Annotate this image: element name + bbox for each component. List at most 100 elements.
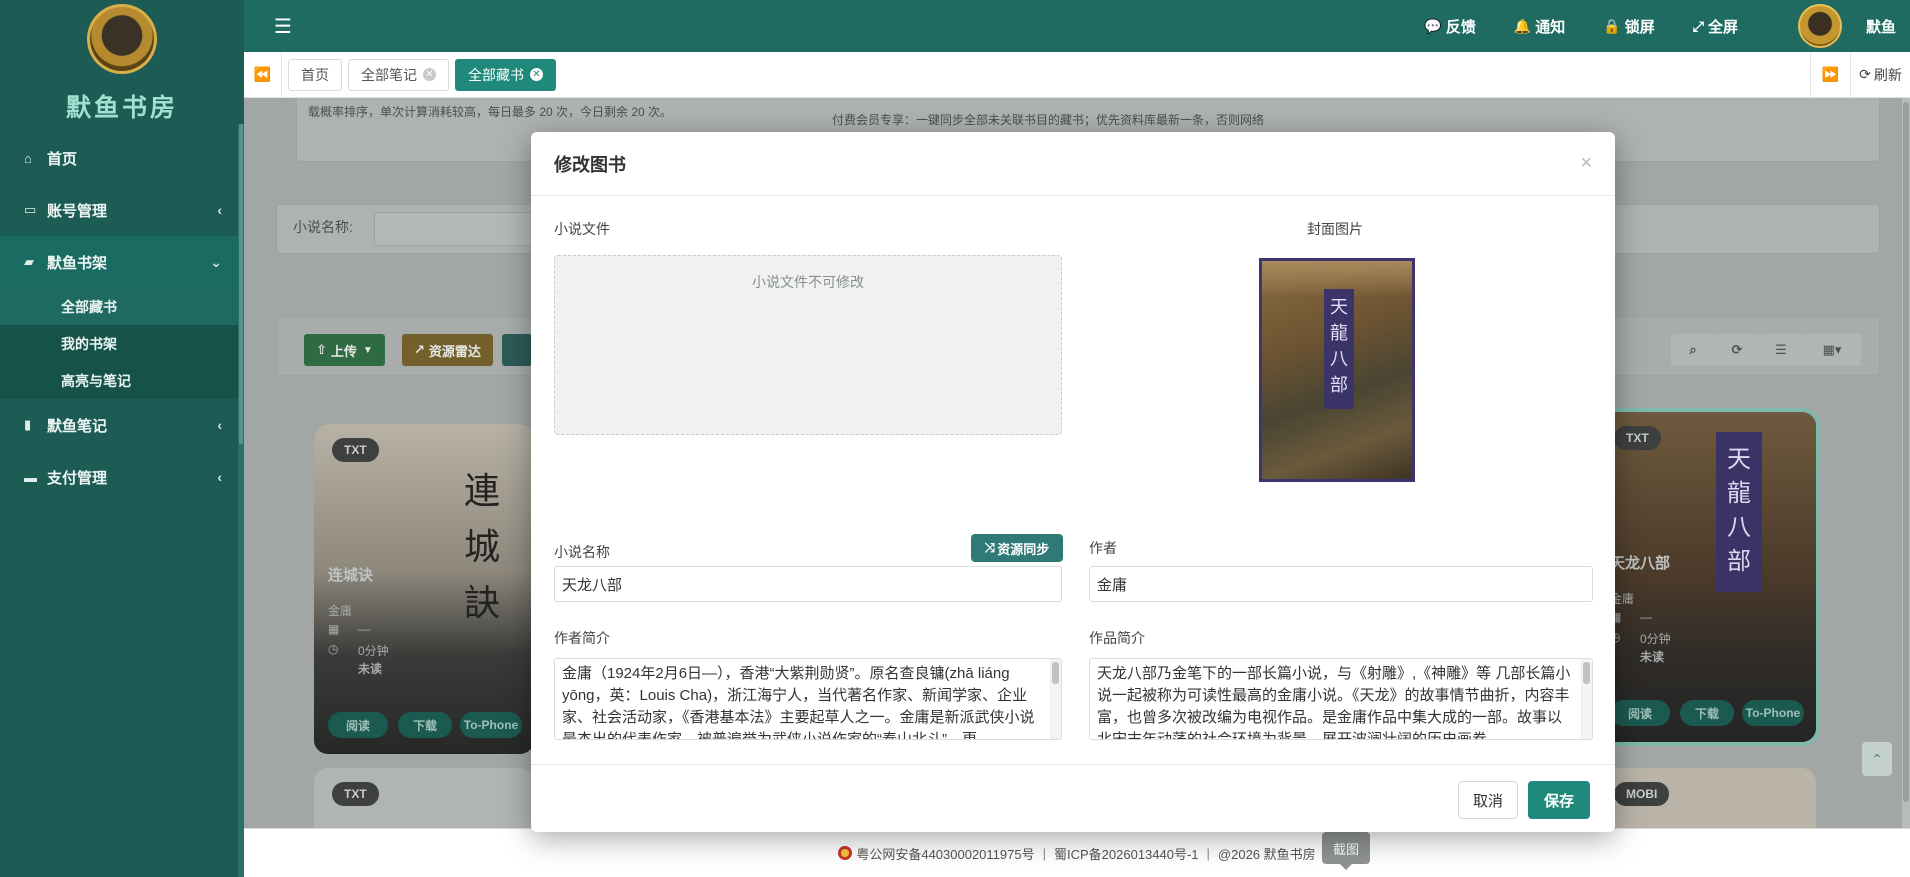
cover-calligraphy: 連城訣 [464, 471, 501, 624]
feedback-button[interactable]: 💬 反馈 [1424, 16, 1475, 37]
resource-sync-button[interactable]: ⤨ 资源同步 [971, 534, 1063, 562]
file-placeholder: 小说文件不可修改 [752, 274, 864, 290]
cancel-button[interactable]: 取消 [1458, 781, 1518, 819]
sidebar-item-home[interactable]: ⌂ 首页 [0, 132, 244, 184]
avatar[interactable] [1797, 4, 1842, 48]
tab-home[interactable]: 首页 [288, 58, 342, 91]
logo: 默鱼书房 [0, 0, 244, 124]
footer-icp[interactable]: 蜀ICP备2026013440号-1 [1054, 844, 1199, 863]
logo-emblem [87, 4, 157, 74]
name-field[interactable]: 天龙八部 [554, 566, 1062, 602]
comment-icon: 💬 [1424, 17, 1442, 34]
sidebar-item-bookshelf[interactable]: ▰ 默鱼书架 ⌄ [0, 236, 244, 288]
sidebar-item-label: 首页 [47, 150, 78, 168]
close-icon[interactable]: × [1580, 152, 1592, 175]
name-label: 小说名称 [554, 544, 610, 560]
tab-all-books[interactable]: 全部藏书 ✕ [455, 58, 556, 91]
sidebar-item-label: 默鱼书架 [47, 254, 108, 272]
search-icon[interactable]: ⌕ [1671, 334, 1715, 366]
lock-icon: 🔒 [1603, 17, 1621, 34]
folder-open-icon: ▰ [24, 254, 34, 269]
upload-icon: ⇧ [316, 342, 327, 357]
to-phone-button[interactable]: To-Phone [1742, 700, 1804, 726]
author-field[interactable]: 金庸 [1089, 566, 1593, 602]
lock-label: 锁屏 [1624, 18, 1655, 36]
expand-icon: ⤢ [1692, 17, 1704, 34]
modal-footer: 取消 保存 [531, 764, 1615, 832]
external-link-icon: ↗ [414, 342, 425, 357]
book-card[interactable]: MOBI [1596, 768, 1816, 828]
textarea-scroll-thumb[interactable] [1583, 662, 1590, 684]
sidebar-item-payments[interactable]: ▬ 支付管理 ‹ [0, 451, 244, 503]
tab-label: 全部藏书 [468, 66, 524, 83]
cover-image[interactable]: 天龍八部 [1259, 258, 1415, 482]
cloud-download-icon[interactable] [502, 334, 532, 366]
book-card[interactable]: 天龍八部 TXT 天龙八部 金庸 ▦ — ◷ 0分钟 未读 阅读 下载 To-P… [1596, 412, 1816, 742]
book-duration: 0分钟 [1640, 632, 1671, 646]
sidebar-subitem-all-books[interactable]: 全部藏书 [0, 288, 244, 325]
clock-icon: ◷ [328, 642, 339, 656]
fullscreen-button[interactable]: ⤢ 全屏 [1693, 16, 1738, 37]
format-badge: TXT [1614, 426, 1661, 450]
upload-label: 上传 [330, 343, 357, 359]
refresh-icon: ⟳ [1859, 66, 1871, 82]
file-dropzone[interactable]: 小说文件不可修改 [554, 255, 1062, 435]
lock-button[interactable]: 🔒 锁屏 [1603, 16, 1654, 37]
notice-left-text: 载概率排序，单次计算消耗较高，每日最多 20 次，今日剩余 20 次。 [308, 105, 673, 119]
read-button[interactable]: 阅读 [328, 712, 388, 738]
author-intro-text: 金庸（1924年2月6日—），香港“大紫荆勋贤”。原名查良镛(zhā liáng… [562, 665, 1035, 740]
search-input[interactable] [374, 212, 534, 246]
to-phone-button[interactable]: To-Phone [460, 712, 522, 738]
tabs-scroll-left-icon[interactable]: ⏪ [244, 51, 282, 98]
modal-title: 修改图书 [554, 154, 626, 175]
tabs-scroll-right-icon[interactable]: ⏩ [1810, 51, 1850, 98]
upload-button[interactable]: ⇧ 上传 ▼ [304, 334, 385, 366]
tabs-bar: ⏪ 首页 全部笔记 ✕ 全部藏书 ✕ ⏩ ⟳ 刷新 [244, 51, 1910, 98]
work-intro-textarea[interactable]: 天龙八部乃金笔下的一部长篇小说，与《射雕》,《神雕》等 几部长篇小说一起被称为可… [1089, 658, 1593, 740]
sidebar-submenu: 全部藏书 我的书架 高亮与笔记 [0, 288, 244, 399]
footer: 粤公网安备44030002011975号 | 蜀ICP备2026013440号-… [244, 828, 1910, 877]
download-button[interactable]: 下载 [398, 712, 452, 738]
list-icon[interactable]: ☰ [1759, 334, 1803, 366]
footer-police[interactable]: 粤公网安备44030002011975号 [856, 844, 1034, 863]
menu-toggle-icon[interactable]: ☰ [274, 14, 314, 39]
radar-button[interactable]: ↗ 资源雷达 [402, 334, 493, 366]
textarea-scroll-thumb[interactable] [1052, 662, 1059, 684]
sidebar-item-accounts[interactable]: ▭ 账号管理 ‹ [0, 184, 244, 236]
chevron-left-icon: ‹ [217, 202, 222, 218]
sidebar-subitem-my-shelf[interactable]: 我的书架 [0, 325, 244, 362]
save-button[interactable]: 保存 [1528, 781, 1590, 819]
back-to-top-icon[interactable]: ⌃ [1862, 742, 1892, 776]
sync-icon[interactable]: ⟳ [1715, 334, 1759, 366]
tab-all-notes[interactable]: 全部笔记 ✕ [348, 58, 449, 91]
sidebar-nav: ⌂ 首页 ▭ 账号管理 ‹ ▰ 默鱼书架 ⌄ 全部藏书 我的书架 高亮与笔记 ▮… [0, 132, 244, 503]
format-badge: TXT [332, 782, 379, 806]
book-title: 连城诀 [328, 567, 374, 584]
refresh-button[interactable]: ⟳ 刷新 [1850, 51, 1910, 98]
author-intro-textarea[interactable]: 金庸（1924年2月6日—），香港“大紫荆勋贤”。原名查良镛(zhā liáng… [554, 658, 1062, 740]
sidebar-item-label: 账号管理 [47, 202, 108, 220]
close-icon[interactable]: ✕ [530, 68, 543, 81]
notify-button[interactable]: 🔔 通知 [1514, 16, 1565, 37]
modal-body: 小说文件 小说文件不可修改 封面图片 天龍八部 小说名称 ⤨ 资源同步 天龙八部… [554, 196, 1593, 740]
page-scrollbar[interactable] [1902, 98, 1910, 828]
book-date: — [358, 622, 370, 636]
tab-label: 全部笔记 [361, 66, 417, 83]
close-icon[interactable]: ✕ [423, 68, 436, 81]
sidebar-subitem-highlights[interactable]: 高亮与笔记 [0, 362, 244, 399]
read-button[interactable]: 阅读 [1610, 700, 1670, 726]
sidebar-item-notes[interactable]: ▮ 默鱼笔记 ‹ [0, 399, 244, 451]
download-button[interactable]: 下载 [1680, 700, 1734, 726]
modal-header: 修改图书 × [531, 132, 1615, 196]
footer-separator: | [1042, 845, 1046, 861]
footer-copyright: @2026 默鱼书房 [1217, 846, 1316, 862]
format-badge: MOBI [1614, 782, 1670, 806]
book-card[interactable]: 連城訣 TXT 连城诀 金庸 ▦ — ◷ 0分钟 未读 阅读 下载 To-Pho… [314, 424, 534, 754]
book-author: 金庸 [328, 604, 353, 618]
author-intro-label: 作者简介 [554, 630, 610, 646]
username[interactable]: 默鱼 [1866, 16, 1896, 37]
police-badge-icon [838, 846, 853, 860]
tab-label: 首页 [301, 66, 329, 83]
book-card[interactable]: TXT [314, 768, 534, 828]
grid-icon[interactable]: ▦▾ [1803, 334, 1861, 366]
